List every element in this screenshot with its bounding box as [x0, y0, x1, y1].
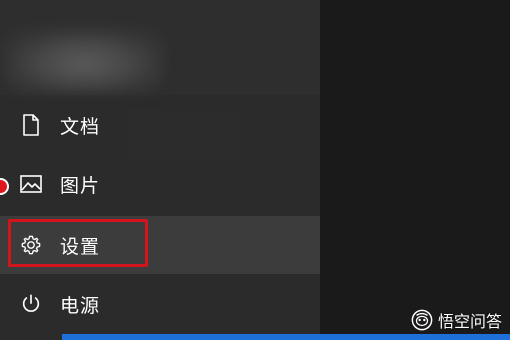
menu-item-label: 文档: [60, 115, 101, 138]
taskbar-accent-bar: [62, 334, 510, 340]
annotation-highlight-box: [8, 219, 148, 267]
pictures-icon: [20, 173, 42, 195]
wukong-logo-icon: [411, 309, 433, 331]
menu-item-label: 图片: [60, 174, 101, 197]
start-menu: 文档 图片 设置 电源: [0, 0, 320, 340]
document-icon: [20, 114, 42, 136]
menu-item-label: 电源: [60, 294, 101, 317]
menu-item-pictures[interactable]: 图片: [0, 155, 320, 213]
menu-item-power[interactable]: 电源: [0, 275, 320, 333]
menu-item-documents[interactable]: 文档: [0, 96, 320, 154]
user-profile-area[interactable]: [0, 0, 320, 95]
power-icon: [20, 293, 42, 315]
watermark-text: 悟空问答: [437, 312, 502, 331]
blurred-user-avatar: [4, 28, 164, 92]
watermark: 悟空问答: [411, 308, 502, 332]
desktop-background: [320, 0, 510, 340]
